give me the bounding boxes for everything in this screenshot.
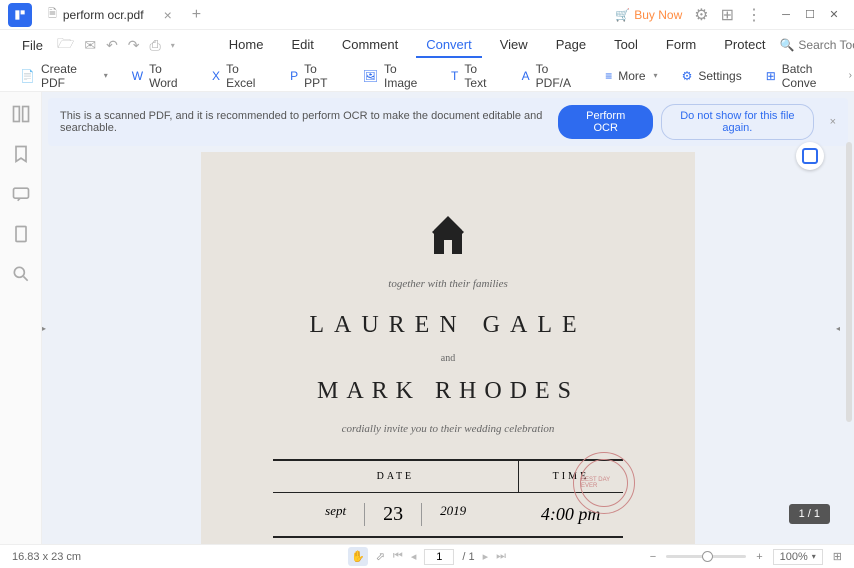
- last-page-icon[interactable]: ⏭: [496, 550, 506, 563]
- to-word-button[interactable]: W To Word: [124, 58, 196, 94]
- expand-left-icon[interactable]: ▸: [42, 318, 52, 338]
- vertical-scrollbar[interactable]: [846, 142, 852, 422]
- print-dropdown-icon[interactable]: ▾: [171, 41, 175, 50]
- search-icon: 🔍: [779, 38, 794, 52]
- tab-title: perform ocr.pdf: [63, 8, 144, 22]
- to-ppt-button[interactable]: P To PPT: [282, 58, 347, 94]
- gift-icon[interactable]: ⚙: [694, 5, 708, 25]
- create-pdf-button[interactable]: 📄 Create PDF ▾: [12, 58, 116, 94]
- grid-icon[interactable]: ⊞: [721, 5, 734, 25]
- more-button[interactable]: ≡ More ▾: [597, 65, 665, 87]
- print-icon[interactable]: ⎙: [150, 37, 161, 54]
- date-cell: sept 23 2019: [273, 493, 518, 538]
- cursor-tool-icon[interactable]: ⬀: [376, 550, 385, 563]
- perform-ocr-button[interactable]: Perform OCR: [558, 105, 653, 139]
- first-page-icon[interactable]: ⏮: [393, 550, 403, 563]
- search-tools[interactable]: 🔍: [779, 38, 854, 52]
- minimize-button[interactable]: ─: [774, 3, 798, 27]
- ppt-icon: P: [290, 69, 298, 83]
- document-page: together with their families LAUREN GALE…: [201, 152, 695, 544]
- doc-and: and: [201, 353, 695, 364]
- hand-tool-icon[interactable]: ✋: [348, 547, 368, 566]
- tab-convert[interactable]: Convert: [416, 33, 482, 58]
- comment-icon[interactable]: [11, 184, 31, 204]
- more-icon: ≡: [605, 69, 612, 83]
- settings-button[interactable]: ⚙ Settings: [674, 58, 750, 94]
- tab-protect[interactable]: Protect: [714, 33, 775, 58]
- attachment-icon[interactable]: [11, 224, 31, 244]
- text-icon: T: [451, 69, 458, 83]
- zoom-select[interactable]: 100% ▾: [773, 549, 823, 565]
- fit-page-icon[interactable]: ⊞: [833, 550, 842, 563]
- close-button[interactable]: ✕: [822, 3, 846, 27]
- doc-name-1: LAUREN GALE: [201, 312, 695, 339]
- tab-view[interactable]: View: [490, 33, 538, 58]
- expand-right-icon[interactable]: ◂: [836, 318, 846, 338]
- tab-tool[interactable]: Tool: [604, 33, 648, 58]
- page-input[interactable]: [424, 549, 454, 565]
- search-panel-icon[interactable]: [11, 264, 31, 284]
- tab-home[interactable]: Home: [219, 33, 274, 58]
- tab-file-icon: 🗎: [48, 5, 57, 24]
- document-tab[interactable]: 🗎 perform ocr.pdf ×: [40, 0, 180, 30]
- batch-icon: ⊞: [766, 69, 776, 83]
- dropdown-icon: ▾: [654, 71, 658, 80]
- doc-invite: cordially invite you to their wedding ce…: [201, 423, 695, 435]
- ocr-message: This is a scanned PDF, and it is recomme…: [60, 110, 558, 134]
- doc-name-2: MARK RHODES: [201, 378, 695, 405]
- buy-now-link[interactable]: 🛒 Buy Now: [615, 8, 682, 22]
- thumbnails-icon[interactable]: [11, 104, 31, 124]
- cart-icon: 🛒: [615, 8, 630, 22]
- tab-comment[interactable]: Comment: [332, 33, 408, 58]
- tab-form[interactable]: Form: [656, 33, 706, 58]
- menu-dots-icon[interactable]: ⋮: [746, 5, 762, 25]
- page-total: / 1: [462, 551, 474, 563]
- excel-icon: X: [212, 69, 220, 83]
- banner-close-icon[interactable]: ×: [830, 116, 836, 128]
- prev-page-icon[interactable]: ◂: [411, 550, 417, 563]
- next-page-icon[interactable]: ▸: [483, 550, 489, 563]
- bookmark-icon[interactable]: [11, 144, 31, 164]
- doc-together: together with their families: [201, 278, 695, 290]
- zoom-in-icon[interactable]: +: [756, 551, 762, 563]
- mail-icon[interactable]: ✉: [84, 37, 96, 54]
- dismiss-ocr-button[interactable]: Do not show for this file again.: [661, 104, 813, 140]
- barn-icon: [424, 212, 472, 260]
- to-image-button[interactable]: 🖼 To Image: [355, 58, 435, 94]
- ocr-banner: This is a scanned PDF, and it is recomme…: [48, 98, 848, 146]
- date-header: DATE: [273, 460, 518, 493]
- to-pdfa-button[interactable]: A To PDF/A: [514, 58, 590, 94]
- dropdown-icon: ▾: [104, 71, 108, 80]
- tab-close-icon[interactable]: ×: [164, 7, 172, 23]
- pdfa-icon: A: [522, 69, 530, 83]
- create-pdf-icon: 📄: [20, 69, 35, 83]
- to-excel-button[interactable]: X To Excel: [204, 58, 274, 94]
- image-icon: 🖼: [363, 69, 378, 83]
- search-input[interactable]: [798, 38, 854, 52]
- to-text-button[interactable]: T To Text: [443, 58, 506, 94]
- new-tab-button[interactable]: +: [192, 6, 201, 24]
- zoom-out-icon[interactable]: −: [650, 551, 656, 563]
- maximize-button[interactable]: ☐: [798, 3, 822, 27]
- overflow-chevron-icon[interactable]: ›: [849, 70, 852, 81]
- dropdown-icon: ▾: [812, 552, 816, 561]
- page-badge: 1 / 1: [789, 504, 830, 524]
- tab-page[interactable]: Page: [546, 33, 596, 58]
- dimensions-label: 16.83 x 23 cm: [12, 551, 81, 563]
- zoom-slider[interactable]: [666, 555, 746, 558]
- stamp-icon: BEST DAY EVER: [573, 452, 635, 514]
- undo-icon[interactable]: ↶: [106, 37, 118, 54]
- gear-icon: ⚙: [682, 69, 693, 83]
- redo-icon[interactable]: ↷: [128, 37, 140, 54]
- doc-date-table: DATE TIME sept 23 2019 4:00 pm: [273, 459, 623, 538]
- batch-convert-button[interactable]: ⊞ Batch Conve: [758, 58, 842, 94]
- word-icon: W: [132, 69, 143, 83]
- float-tool-icon[interactable]: [796, 142, 824, 170]
- tab-edit[interactable]: Edit: [281, 33, 323, 58]
- file-menu[interactable]: File: [12, 34, 53, 57]
- app-logo-icon: [8, 3, 32, 27]
- open-icon[interactable]: 🗁: [57, 33, 74, 57]
